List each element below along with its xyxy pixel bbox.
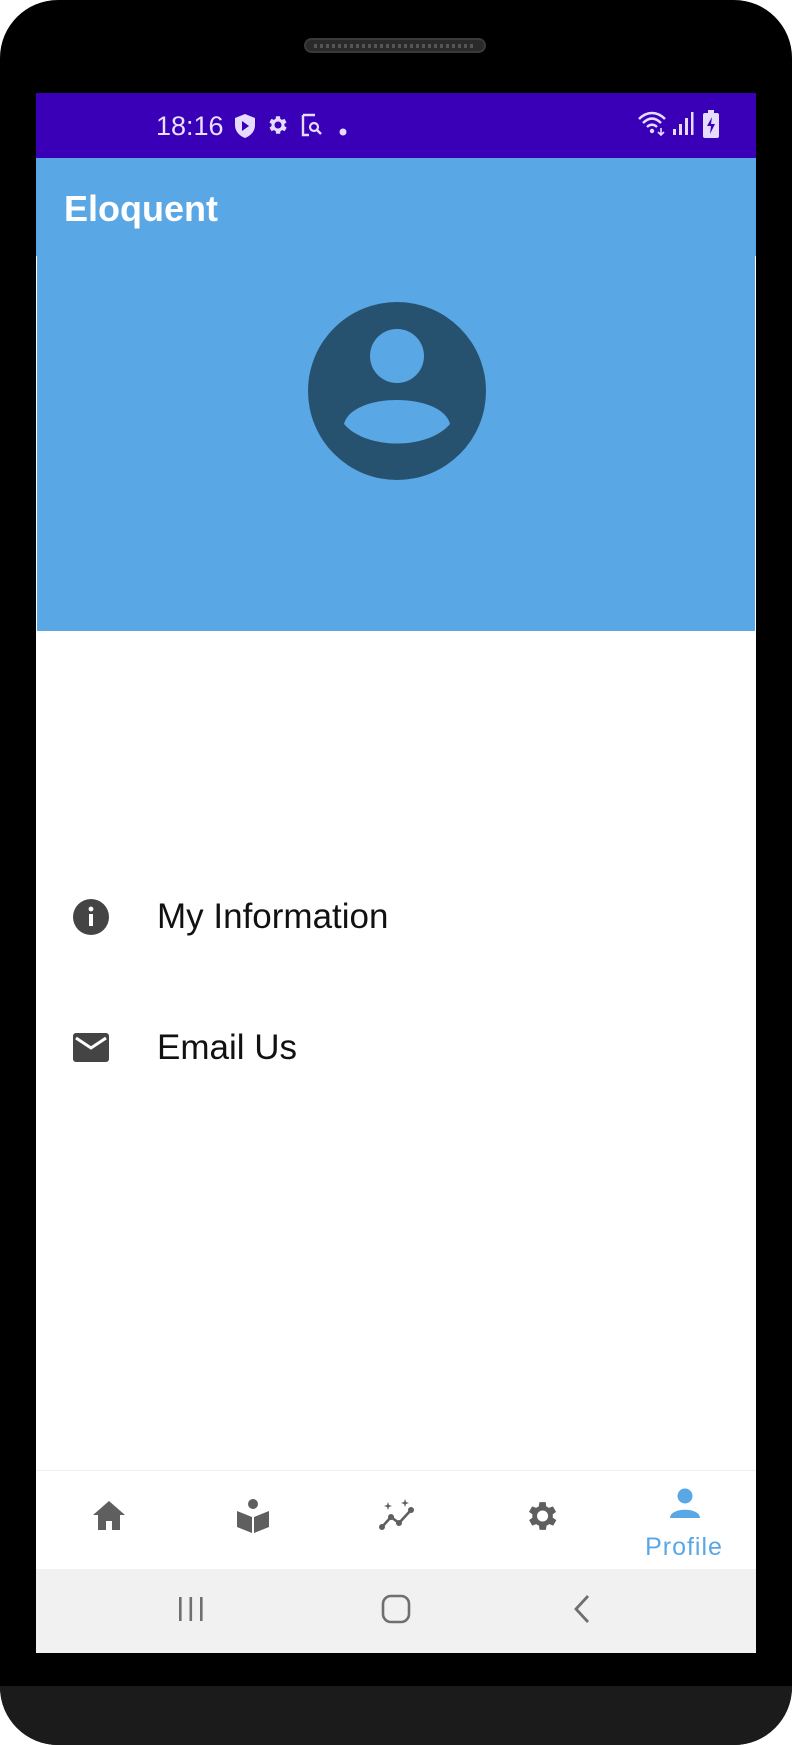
account-circle-icon[interactable] <box>308 302 486 480</box>
profile-header <box>37 256 755 631</box>
person-icon <box>670 1488 700 1518</box>
book-reader-icon <box>237 1499 269 1533</box>
device-frame: 18:16 Eloquent My Information Email Us P… <box>0 0 792 1745</box>
recent-apps-icon[interactable] <box>176 1593 206 1625</box>
nav-item-insights[interactable] <box>324 1471 468 1570</box>
nav-item-settings[interactable] <box>468 1471 612 1570</box>
battery-charging-icon <box>703 110 719 143</box>
app-title: Eloquent <box>64 188 218 229</box>
system-navigation-bar <box>36 1569 756 1653</box>
shield-play-icon <box>234 113 256 144</box>
device-speaker <box>304 38 486 53</box>
info-icon <box>73 899 109 935</box>
gear-icon <box>265 113 289 142</box>
nav-item-profile[interactable]: Profile <box>612 1471 756 1570</box>
status-time: 18:16 <box>156 111 224 141</box>
dot-icon <box>339 123 347 141</box>
menu-item-email-us[interactable]: Email Us <box>36 993 756 1103</box>
screen: 18:16 Eloquent My Information Email Us P… <box>36 93 756 1653</box>
status-bar: 18:16 <box>36 93 756 158</box>
menu-item-label: My Information <box>157 897 389 936</box>
menu-item-my-information[interactable]: My Information <box>36 862 756 972</box>
nav-label-profile: Profile <box>645 1533 723 1561</box>
back-icon[interactable] <box>570 1593 594 1625</box>
device-chin <box>0 1686 792 1745</box>
screenshot-search-icon <box>301 113 323 142</box>
nav-item-home[interactable] <box>36 1471 180 1570</box>
app-bar: Eloquent <box>36 158 756 256</box>
signal-icon <box>672 111 694 142</box>
mail-icon <box>73 1033 109 1062</box>
insights-icon <box>379 1499 414 1530</box>
wifi-icon <box>637 111 667 142</box>
bottom-navigation: Profile <box>36 1470 756 1570</box>
nav-item-learn[interactable] <box>180 1471 324 1570</box>
menu-item-label: Email Us <box>157 1028 298 1067</box>
home-button-icon[interactable] <box>380 1593 412 1625</box>
gear-icon <box>528 1502 557 1530</box>
home-icon <box>93 1501 125 1530</box>
